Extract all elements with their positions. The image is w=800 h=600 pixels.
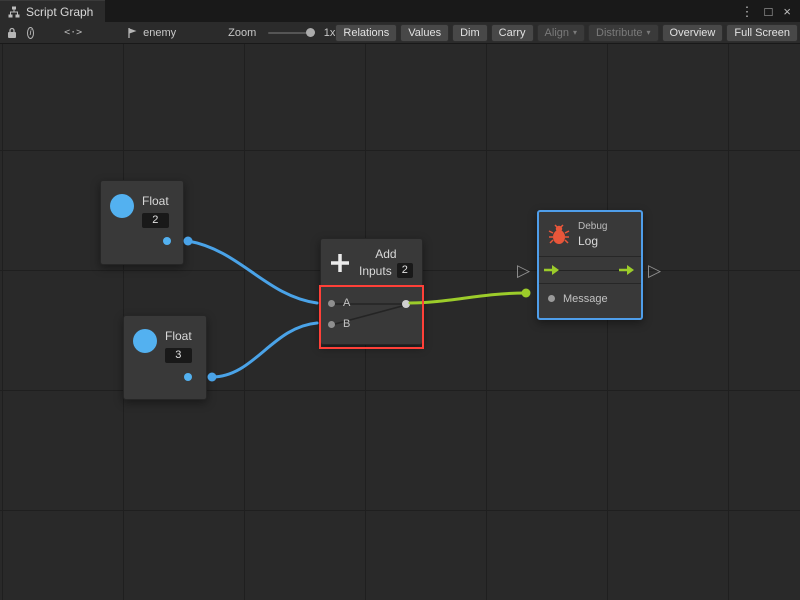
tab-title: Script Graph [26,5,93,19]
flow-input-arrow-icon[interactable] [544,264,560,276]
float-value-field[interactable]: 2 [142,213,169,228]
full-screen-button[interactable]: Full Screen [726,24,798,42]
flow-in-triangle-icon[interactable]: ▷ [517,262,530,279]
relations-button[interactable]: Relations [335,24,397,42]
distribute-dropdown[interactable]: Distribute ▾ [588,24,658,42]
overview-button[interactable]: Overview [662,24,724,42]
flow-out-triangle-icon[interactable]: ▷ [648,262,661,279]
node-title: Add [375,247,396,261]
chevron-down-icon: ▾ [647,29,651,37]
wire-endpoint-dot [184,237,193,246]
node-debug-log[interactable]: Debug Log Message [537,210,643,320]
port-a-label: A [343,297,350,309]
dim-button[interactable]: Dim [452,24,488,42]
node-float-b[interactable]: Float 3 [123,315,207,400]
float-type-icon [110,194,134,218]
debug-node-header: Debug Log [539,212,641,256]
message-port-row: Message [539,284,641,314]
align-dropdown[interactable]: Align ▾ [537,24,585,42]
code-view-icon[interactable]: <·> [64,27,82,38]
wire-float-b-to-add [212,323,317,377]
node-subtitle: Inputs [359,264,392,278]
values-button[interactable]: Values [400,24,449,42]
float-value-field[interactable]: 3 [165,348,192,363]
tab-script-graph[interactable]: Script Graph [0,0,105,22]
wire-float-a-to-add [188,241,317,303]
port-b-label: B [343,318,350,330]
input-port-b[interactable] [328,321,335,328]
input-count-field[interactable]: 2 [397,263,413,278]
lock-icon[interactable] [7,27,17,39]
node-title: Float [165,329,192,343]
input-port-a[interactable] [328,300,335,307]
add-node-ports: A B [321,287,422,344]
graph-reference[interactable]: enemy [127,27,176,39]
window-controls: ⋮ □ × [741,0,800,22]
float-output-port[interactable] [184,373,192,381]
wire-endpoint-dot [208,373,217,382]
close-icon[interactable]: × [783,5,791,18]
float-output-port[interactable] [163,237,171,245]
bug-icon [548,224,570,245]
flow-ports-row [539,257,641,283]
maximize-icon[interactable]: □ [765,5,773,18]
float-type-icon [133,329,157,353]
zoom-value: 1x [324,27,336,39]
kebab-menu-icon[interactable]: ⋮ [741,5,754,18]
chevron-down-icon: ▾ [573,29,577,37]
info-icon[interactable]: i [27,27,34,39]
sum-output-port[interactable] [402,300,410,308]
node-title: Float [142,194,169,208]
zoom-slider[interactable] [268,32,315,34]
wire-endpoint-dot [522,289,531,298]
node-title: Log [578,234,607,248]
graph-toolbar: i <·> enemy Zoom 1x Relations Values Dim… [0,22,800,44]
node-float-a[interactable]: Float 2 [100,180,184,265]
wire-add-to-debug [410,293,526,303]
script-asset-icon [127,27,138,39]
graph-name: enemy [143,27,176,39]
zoom-label: Zoom [228,27,256,39]
plus-icon [328,251,352,275]
flow-output-arrow-icon[interactable] [619,264,635,276]
add-node-header: Add Inputs 2 [321,239,422,286]
toolbar-buttons: Relations Values Dim Carry Align ▾ Distr… [335,24,798,42]
carry-button[interactable]: Carry [491,24,534,42]
title-bar: Script Graph ⋮ □ × [0,0,800,22]
node-add[interactable]: Add Inputs 2 A B [320,238,423,345]
graph-canvas[interactable]: Float 2 Float 3 Add Inputs 2 [0,44,800,600]
node-category: Debug [578,221,607,232]
relation-line [557,270,621,271]
message-input-port[interactable] [548,295,555,302]
graph-icon [8,6,20,18]
relation-lines [321,287,424,344]
zoom-slider-handle[interactable] [306,28,315,37]
message-port-label: Message [563,293,608,305]
